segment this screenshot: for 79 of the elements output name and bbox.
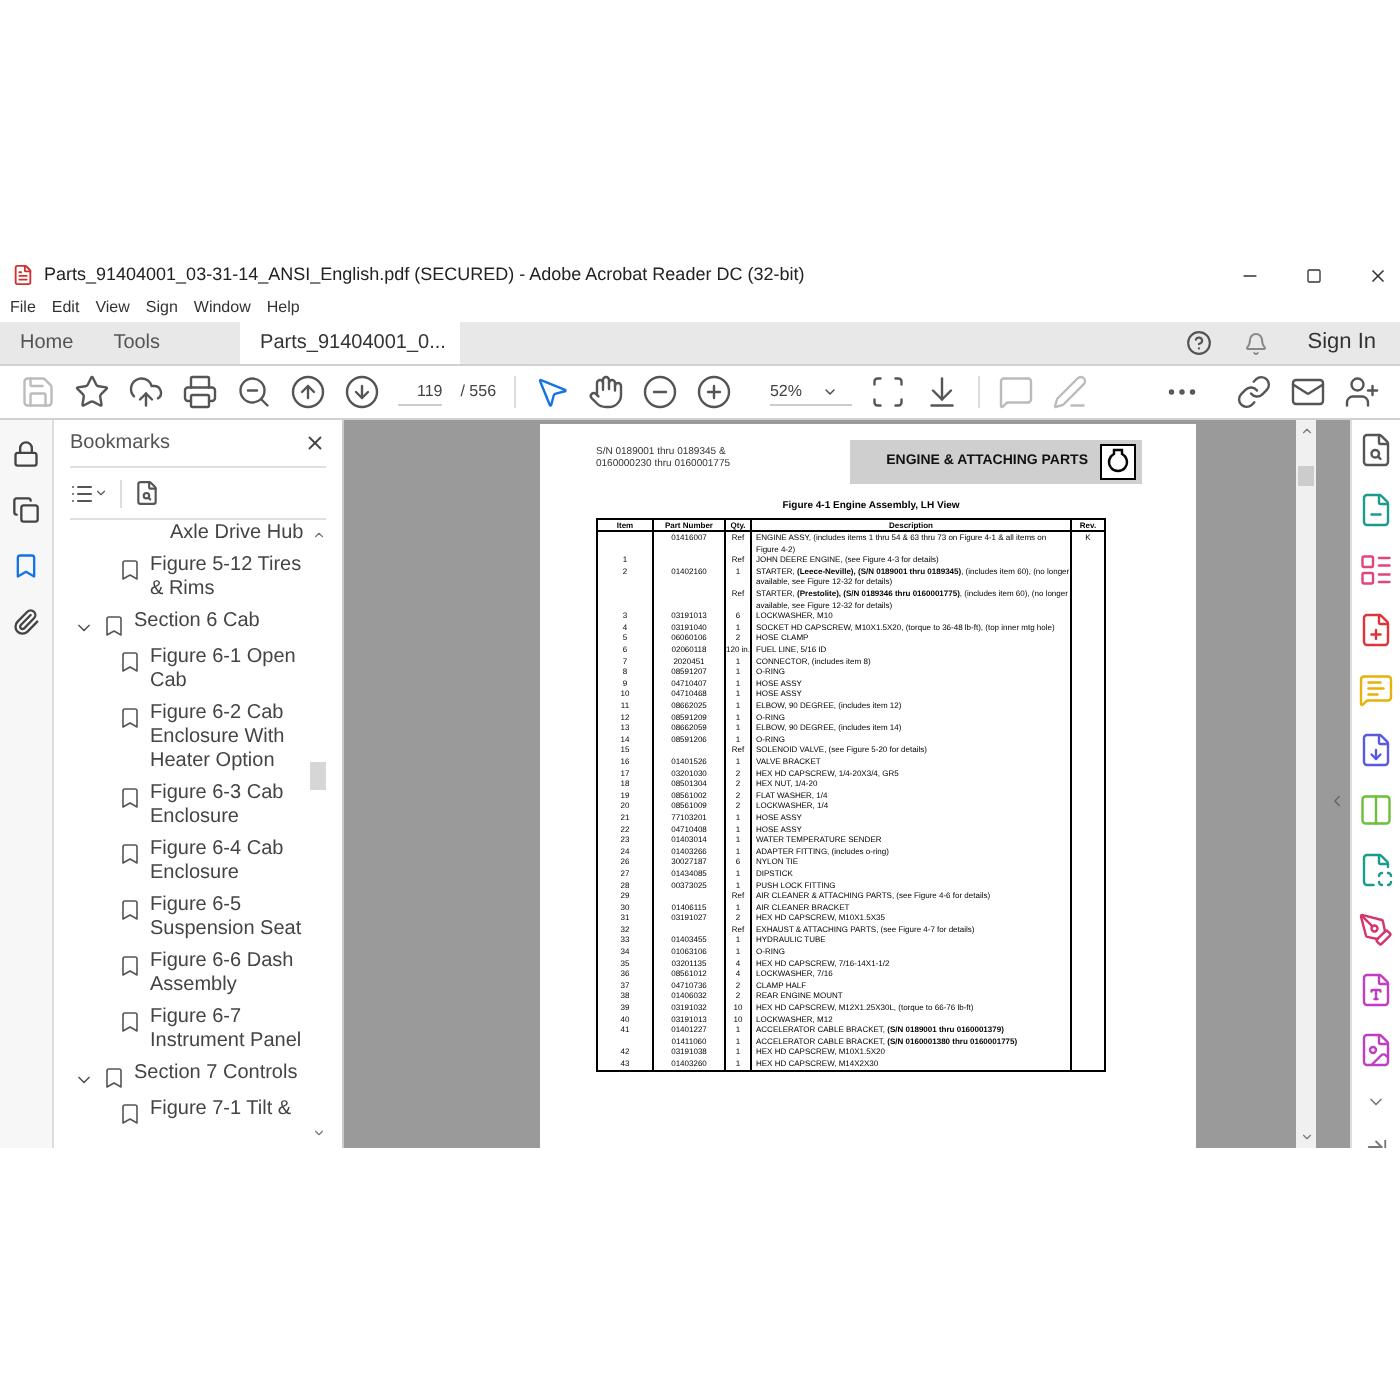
zoom-out-icon[interactable] bbox=[641, 374, 678, 410]
bookmark-item[interactable]: Section 7 Controls bbox=[134, 1062, 308, 1086]
bookmark-icon bbox=[118, 954, 142, 978]
tab[interactable]: Home bbox=[0, 322, 94, 364]
bookmark-item[interactable]: Figure 6-6 Dash Assembly bbox=[150, 950, 308, 998]
menu-item[interactable]: File bbox=[10, 296, 36, 320]
export-pdf-icon[interactable] bbox=[1358, 492, 1394, 528]
zoom-out-icon[interactable] bbox=[236, 374, 272, 410]
bookmark-item[interactable]: Figure 7-1 Tilt & bbox=[150, 1098, 308, 1122]
scrollbar[interactable] bbox=[310, 528, 326, 1140]
bookmark-icon bbox=[118, 706, 142, 730]
bookmark-item[interactable]: Figure 6-2 Cab Enclosure With Heater Option bbox=[150, 702, 308, 774]
page-number-field[interactable]: 119 bbox=[398, 379, 443, 405]
close-icon[interactable] bbox=[1368, 265, 1388, 285]
combine-files-icon[interactable] bbox=[1358, 732, 1394, 768]
bookmark-icon bbox=[118, 1010, 142, 1034]
menu-item[interactable]: Sign bbox=[145, 296, 178, 320]
menu-item[interactable]: Edit bbox=[51, 296, 80, 320]
bookmark-item[interactable]: Figure 6-4 Cab Enclosure bbox=[150, 838, 308, 886]
bookmark-icon[interactable] bbox=[12, 552, 40, 580]
next-page-icon[interactable] bbox=[344, 374, 380, 410]
bookmark-icon bbox=[118, 786, 142, 810]
create-pdf-icon[interactable] bbox=[1358, 612, 1394, 648]
scroll-thumb[interactable] bbox=[310, 762, 326, 790]
bookmark-icon bbox=[118, 558, 142, 582]
window-title: Parts_91404001_03-31-14_ANSI_English.pdf (SECURED) - Adobe Acrobat Reader DC (32-bit) bbox=[44, 261, 805, 288]
scroll-up-icon[interactable] bbox=[311, 528, 325, 542]
cursor-icon[interactable] bbox=[533, 374, 570, 410]
tab[interactable]: Parts_91404001_0... bbox=[240, 322, 461, 364]
maximize-icon[interactable] bbox=[1306, 267, 1322, 283]
sign-in-link[interactable]: Sign In bbox=[1307, 322, 1376, 364]
page-count: / 556 bbox=[460, 380, 497, 404]
scroll-down-icon[interactable] bbox=[311, 1126, 325, 1140]
zoom-dropdown[interactable]: 52% bbox=[769, 379, 852, 405]
bookmark-icon bbox=[102, 614, 126, 638]
tab[interactable]: Tools bbox=[93, 322, 181, 364]
scroll-thumb[interactable] bbox=[1298, 466, 1314, 486]
upload-icon[interactable] bbox=[128, 374, 164, 410]
scan-icon[interactable] bbox=[1358, 852, 1394, 888]
lock-icon[interactable] bbox=[12, 440, 40, 468]
bookmark-item[interactable]: Axle Drive Hub bbox=[70, 522, 308, 546]
bookmark-item[interactable]: Figure 6-5 Suspension Seat bbox=[150, 894, 308, 942]
menu-item[interactable]: Window bbox=[193, 296, 251, 320]
engine-icon bbox=[1100, 444, 1136, 480]
bookmark-item[interactable]: Figure 5-12 Tires & Rims bbox=[150, 554, 308, 602]
close-icon[interactable] bbox=[304, 432, 326, 454]
find-bookmark-icon[interactable] bbox=[134, 480, 160, 506]
share-link-icon[interactable] bbox=[1236, 374, 1272, 410]
menu-item[interactable]: Help bbox=[266, 296, 300, 320]
edit-pdf-icon[interactable] bbox=[1358, 552, 1394, 588]
bookmark-item[interactable]: Section 6 Cab bbox=[134, 610, 308, 634]
document-icon[interactable] bbox=[1358, 972, 1394, 1008]
document-icon[interactable] bbox=[1358, 1032, 1394, 1068]
mail-icon[interactable] bbox=[1290, 374, 1326, 410]
bookmark-item[interactable]: Figure 6-3 Cab Enclosure bbox=[150, 782, 308, 830]
sign-icon[interactable] bbox=[1358, 912, 1394, 948]
bookmark-item[interactable]: Figure 6-7 Instrument Panel bbox=[150, 1006, 308, 1054]
bookmark-icon bbox=[118, 842, 142, 866]
paperclip-icon[interactable] bbox=[12, 608, 40, 636]
scroll-up-icon[interactable] bbox=[1299, 424, 1313, 438]
hand-icon[interactable] bbox=[587, 374, 624, 410]
menu-item[interactable]: View bbox=[95, 296, 130, 320]
bookmark-icon bbox=[102, 1066, 126, 1090]
pdf-file-icon bbox=[12, 264, 34, 286]
bookmark-icon bbox=[118, 650, 142, 674]
bookmark-icon bbox=[118, 1102, 142, 1126]
previous-page-icon[interactable] bbox=[290, 374, 326, 410]
zoom-in-icon[interactable] bbox=[695, 374, 732, 410]
print-icon[interactable] bbox=[182, 374, 218, 410]
panel-title: Bookmarks bbox=[70, 430, 171, 458]
star-icon[interactable] bbox=[74, 374, 110, 410]
bookmark-item[interactable]: Figure 6-1 Open Cab bbox=[150, 646, 308, 694]
user-add-icon[interactable] bbox=[1344, 374, 1380, 410]
pages-icon[interactable] bbox=[12, 496, 40, 524]
zoom-tool-icon[interactable] bbox=[1358, 432, 1394, 468]
scroll-down-icon[interactable] bbox=[1299, 1130, 1313, 1144]
fit-page-icon[interactable] bbox=[869, 374, 906, 410]
bookmark-icon bbox=[118, 898, 142, 922]
scrollbar[interactable] bbox=[1296, 420, 1316, 1148]
